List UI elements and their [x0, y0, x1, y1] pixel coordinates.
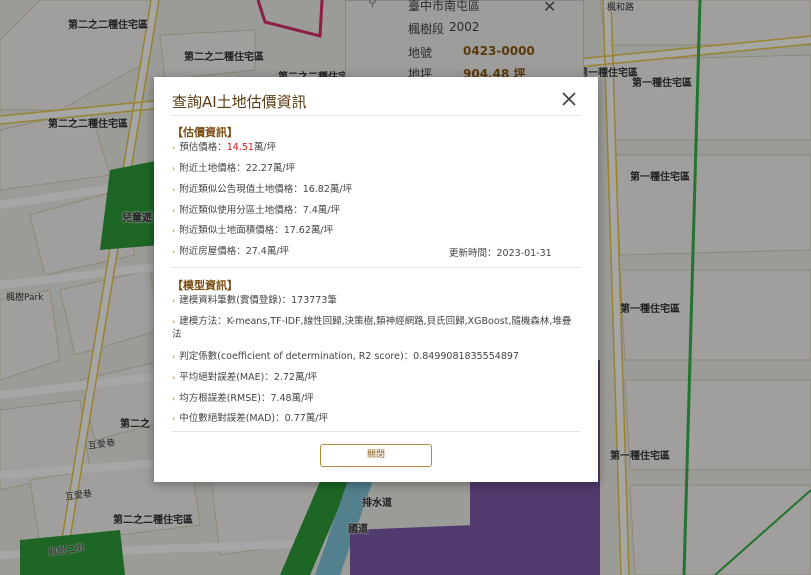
item-text: 附近房屋價格：27.4萬/坪	[179, 246, 290, 257]
estimate-price: › 預估價格：14.51萬/坪	[172, 141, 577, 154]
estimate-value: 14.51	[226, 142, 254, 153]
divider	[172, 431, 580, 432]
bullet-arrow-icon: ›	[172, 247, 176, 256]
estimate-unit: 萬/坪	[253, 142, 277, 153]
item-text: 附近類似公告現值土地價格：16.82萬/坪	[179, 184, 353, 195]
item-text: 附近類似使用分區土地價格：7.4萬/坪	[179, 205, 341, 216]
panel-overlay	[345, 0, 584, 82]
bullet-arrow-icon: ›	[172, 226, 176, 235]
bullet-arrow-icon: ›	[172, 164, 176, 173]
list-item: › 附近類似公告現值土地價格：16.82萬/坪	[172, 183, 577, 196]
bullet-arrow-icon: ›	[172, 394, 176, 403]
valuation-heading: 【估價資訊】	[172, 126, 238, 139]
item-text: 建模方法：K-means,TF-IDF,線性回歸,決策樹,類神經網路,貝氏回歸,…	[172, 316, 572, 340]
list-item: › 附近類似使用分區土地價格：7.4萬/坪	[172, 204, 577, 217]
estimate-label: 預估價格：	[179, 142, 227, 153]
model-heading: 【模型資訊】	[172, 279, 238, 292]
list-item: › 中位數絕對誤差(MAD)：0.77萬/坪	[172, 412, 577, 425]
item-text: 建模資料筆數(實價登錄)：173773筆	[179, 295, 337, 306]
bullet-arrow-icon: ›	[172, 296, 176, 305]
dialog-title: 查詢AI土地估價資訊	[172, 93, 307, 111]
divider	[172, 115, 580, 116]
list-item: › 建模方法：K-means,TF-IDF,線性回歸,決策樹,類神經網路,貝氏回歸…	[172, 315, 577, 341]
bullet-arrow-icon: ›	[172, 352, 176, 361]
close-button[interactable]: 關閉	[320, 444, 432, 467]
list-item: › 附近土地價格：22.27萬/坪	[172, 162, 577, 175]
item-text: 平均絕對誤差(MAE)：2.72萬/坪	[179, 372, 318, 383]
bullet-arrow-icon: ›	[172, 414, 176, 423]
list-item: › 均方根誤差(RMSE)：7.48萬/坪	[172, 392, 577, 405]
item-text: 附近土地價格：22.27萬/坪	[179, 163, 296, 174]
bullet-arrow-icon: ›	[172, 143, 176, 152]
bullet-arrow-icon: ›	[172, 185, 176, 194]
item-text: 中位數絕對誤差(MAD)：0.77萬/坪	[179, 413, 328, 424]
list-item: › 判定係數(coefficient of determination, R2 s…	[172, 350, 577, 363]
bullet-arrow-icon: ›	[172, 373, 176, 382]
divider	[172, 267, 580, 268]
item-text: 附近類似土地面積價格：17.62萬/坪	[179, 225, 334, 236]
updated-time: 更新時間：2023-01-31	[449, 248, 552, 259]
close-icon[interactable]	[560, 90, 578, 108]
list-item: › 平均絕對誤差(MAE)：2.72萬/坪	[172, 371, 577, 384]
item-text: 判定係數(coefficient of determination, R2 sc…	[179, 351, 519, 362]
bullet-arrow-icon: ›	[172, 206, 176, 215]
bullet-arrow-icon: ›	[172, 317, 176, 326]
item-text: 均方根誤差(RMSE)：7.48萬/坪	[179, 393, 314, 404]
list-item: › 附近類似土地面積價格：17.62萬/坪	[172, 224, 577, 237]
ai-valuation-dialog: 查詢AI土地估價資訊 【估價資訊】 › 預估價格：14.51萬/坪 › 附近土地價格…	[154, 77, 598, 482]
list-item: › 建模資料筆數(實價登錄)：173773筆	[172, 294, 577, 307]
